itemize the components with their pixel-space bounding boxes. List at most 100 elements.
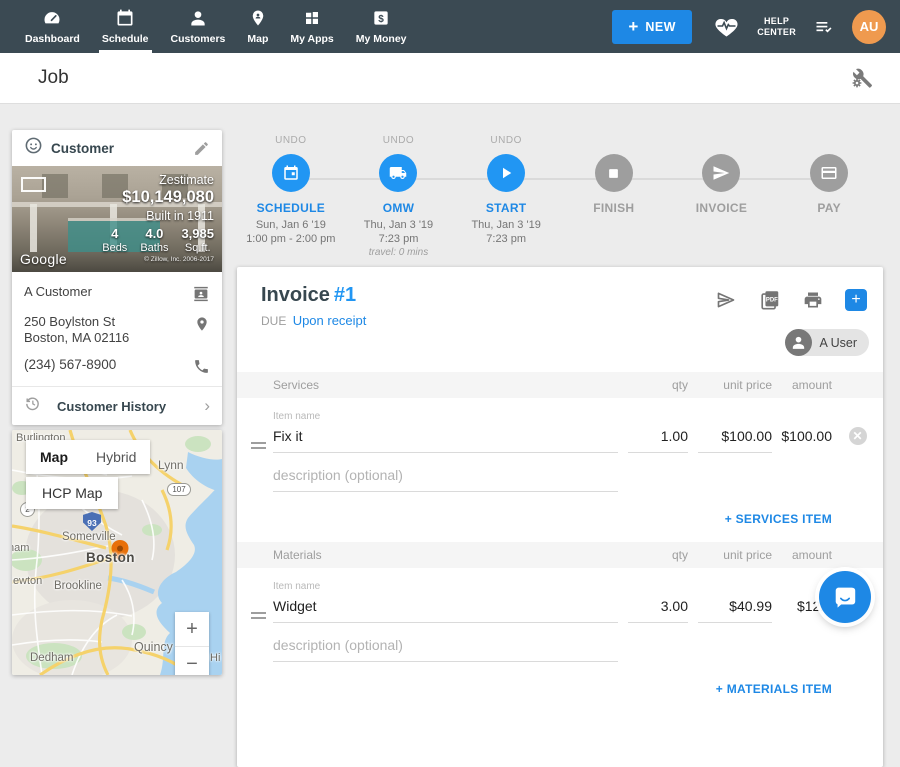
customers-icon: [188, 7, 208, 29]
chevron-right-icon: ›: [204, 397, 210, 416]
add-invoice-button[interactable]: +: [845, 289, 867, 311]
step-label[interactable]: FINISH: [560, 201, 668, 215]
unit-price-input[interactable]: [698, 594, 772, 623]
map-type-hybrid-button[interactable]: Hybrid: [82, 440, 150, 474]
add-services-item-link[interactable]: + SERVICES ITEM: [237, 512, 832, 526]
route-shield-107: 107: [167, 483, 191, 496]
customer-history-link[interactable]: Customer History ›: [24, 387, 210, 425]
due-value-link[interactable]: Upon receipt: [293, 313, 367, 328]
undo-placeholder: [775, 135, 883, 148]
undo-link[interactable]: UNDO: [237, 135, 345, 148]
invoice-title: Invoice#1: [261, 284, 356, 307]
photo-credit: © Zillow, Inc. 2006-2017: [102, 256, 214, 263]
chat-bubble-icon: [832, 584, 858, 610]
col-qty: qty: [618, 378, 688, 392]
customer-phone-row: (234) 567-8900: [24, 357, 210, 375]
invoice-header: Invoice#1 DUE Upon receipt PDF + A User: [237, 267, 883, 372]
stat-sqft: 3,985 Sq.ft.: [181, 226, 214, 254]
edit-pencil-icon[interactable]: [193, 140, 210, 157]
undo-link[interactable]: UNDO: [345, 135, 453, 148]
nav-item-customers[interactable]: Customers: [160, 0, 237, 53]
address-line2: Boston, MA 02116: [24, 330, 129, 345]
omw-step-button[interactable]: [379, 154, 417, 192]
description-input[interactable]: [273, 633, 618, 662]
help-center-link[interactable]: HELP CENTER: [757, 16, 796, 38]
zoom-out-button[interactable]: −: [175, 647, 209, 675]
step-label[interactable]: INVOICE: [668, 201, 776, 215]
google-watermark: Google: [20, 251, 67, 267]
finish-step-button[interactable]: [595, 154, 633, 192]
customer-details: A Customer 250 Boylston St Boston, MA 02…: [12, 272, 222, 425]
sqft-value: 3,985: [181, 226, 214, 241]
step-label[interactable]: PAY: [775, 201, 883, 215]
pdf-icon[interactable]: PDF: [759, 289, 781, 311]
map-widget[interactable]: Burlington Lynn Somerville Boston ham Ne…: [12, 430, 222, 675]
assignee-pill[interactable]: A User: [785, 329, 869, 356]
undo-placeholder: [560, 135, 668, 148]
item-name-input[interactable]: [273, 424, 618, 453]
new-button[interactable]: + NEW: [612, 10, 692, 44]
add-materials-item-link[interactable]: + MATERIALS ITEM: [237, 682, 832, 696]
step-label[interactable]: START: [452, 201, 560, 215]
chat-messenger-button[interactable]: [819, 571, 871, 623]
schedule-step-button[interactable]: [272, 154, 310, 192]
material-item-row: Item name $122.: [237, 568, 883, 662]
step-date: Sun, Jan 6 '19: [237, 218, 345, 232]
start-step-button[interactable]: [487, 154, 525, 192]
nav-label: My Apps: [290, 33, 333, 45]
property-photo[interactable]: Zestimate $10,149,080 Built in 1911 4 Be…: [12, 166, 222, 272]
hcp-map-button[interactable]: HCP Map: [26, 477, 118, 509]
qty-input[interactable]: [628, 424, 688, 453]
map-type-toggle: Map Hybrid: [26, 440, 150, 474]
address-line1: 250 Boylston St: [24, 314, 115, 329]
pay-step-button[interactable]: [810, 154, 848, 192]
nav-item-schedule[interactable]: Schedule: [91, 0, 160, 53]
step-time: 7:23 pm: [345, 232, 453, 246]
item-name-input[interactable]: [273, 594, 618, 623]
invoice-number[interactable]: #1: [334, 284, 356, 306]
checklist-icon[interactable]: [812, 17, 836, 37]
nav-item-my-apps[interactable]: My Apps: [279, 0, 344, 53]
step-label[interactable]: SCHEDULE: [237, 201, 345, 215]
map-zoom-control: + −: [175, 612, 209, 675]
stop-icon: [606, 166, 621, 181]
remove-item-button[interactable]: ✕: [849, 427, 867, 445]
help-line2: CENTER: [757, 27, 796, 38]
item-name-label: Item name: [273, 581, 618, 592]
send-invoice-icon[interactable]: [714, 290, 738, 310]
health-heart-icon[interactable]: [714, 16, 739, 38]
dashboard-icon: [41, 7, 63, 29]
step-finish: FINISH: [560, 135, 668, 263]
invoice-step-button[interactable]: [702, 154, 740, 192]
job-tools-icon[interactable]: [850, 66, 874, 95]
invoice-due: DUE Upon receipt: [261, 313, 366, 328]
col-unit-price: unit price: [688, 548, 772, 562]
item-name-label: Item name: [273, 411, 618, 422]
drag-handle-icon[interactable]: [251, 612, 266, 619]
nav-item-dashboard[interactable]: Dashboard: [14, 0, 91, 53]
nav-label: Schedule: [102, 33, 149, 45]
undo-link[interactable]: UNDO: [452, 135, 560, 148]
zoom-in-button[interactable]: +: [175, 612, 209, 647]
user-avatar[interactable]: AU: [852, 10, 886, 44]
nav-item-map[interactable]: Map: [236, 0, 279, 53]
print-icon[interactable]: [802, 290, 824, 310]
drag-handle-icon[interactable]: [251, 442, 266, 449]
nav-item-my-money[interactable]: $ My Money: [345, 0, 418, 53]
truck-icon: [388, 164, 408, 182]
section-title: Materials: [237, 548, 618, 562]
zestimate-label: Zestimate: [102, 173, 214, 187]
beds-label: Beds: [102, 242, 127, 254]
phone-icon[interactable]: [193, 357, 210, 375]
step-label[interactable]: OMW: [345, 201, 453, 215]
location-pin-icon[interactable]: [194, 314, 210, 333]
step-omw: UNDO OMW Thu, Jan 3 '19 7:23 pm travel: …: [345, 135, 453, 263]
property-stats: 4 Beds 4.0 Baths 3,985 Sq.ft.: [102, 226, 214, 254]
map-type-map-button[interactable]: Map: [26, 440, 82, 474]
qty-input[interactable]: [628, 594, 688, 623]
contact-card-icon[interactable]: [192, 284, 210, 303]
description-input[interactable]: [273, 463, 618, 492]
unit-price-input[interactable]: [698, 424, 772, 453]
step-time: 7:23 pm: [452, 232, 560, 246]
nav-right: + NEW HELP CENTER AU: [612, 0, 900, 53]
